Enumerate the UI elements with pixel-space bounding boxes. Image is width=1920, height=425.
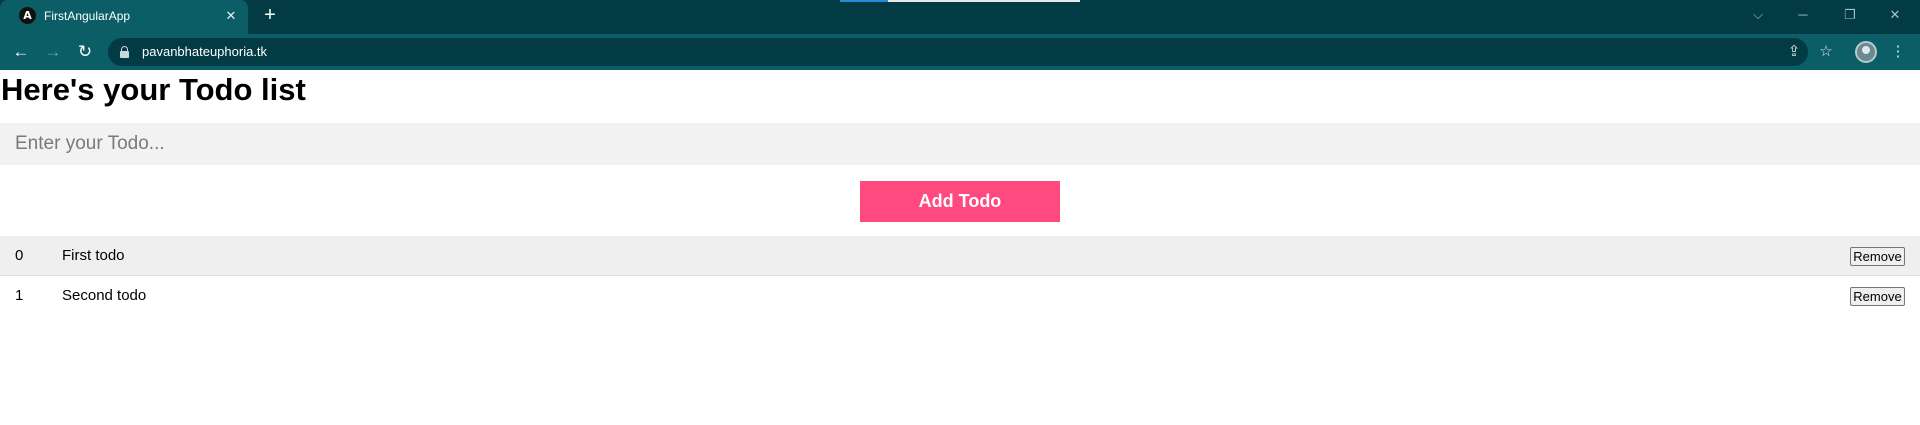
todo-list: 0 First todo Remove 1 Second todo Remove bbox=[0, 236, 1920, 316]
url-text[interactable]: pavanbhateuphoria.tk bbox=[142, 44, 267, 59]
tab-close-icon[interactable]: ✕ bbox=[222, 7, 240, 25]
restore-icon[interactable]: ❐ bbox=[1840, 6, 1860, 24]
add-todo-button[interactable]: Add Todo bbox=[860, 181, 1060, 222]
browser-tab-active[interactable]: A FirstAngularApp ✕ bbox=[0, 0, 248, 34]
tab-title: FirstAngularApp bbox=[44, 9, 131, 23]
browser-tabstrip: A FirstAngularApp ✕ + ⌵ ─ ❐ ✕ bbox=[0, 0, 1920, 34]
lock-icon[interactable] bbox=[120, 46, 129, 58]
todo-index: 0 bbox=[15, 247, 24, 264]
todo-row: 0 First todo Remove bbox=[0, 236, 1920, 276]
page-title: Here's your Todo list bbox=[1, 72, 306, 107]
back-arrow-icon[interactable]: ← bbox=[11, 42, 31, 62]
browser-toolbar: ← → ↻ pavanbhateuphoria.tk ⇪ ☆ ⋮ bbox=[0, 34, 1920, 70]
address-bar[interactable]: pavanbhateuphoria.tk bbox=[108, 38, 1808, 66]
share-icon[interactable]: ⇪ bbox=[1784, 42, 1804, 62]
new-tab-button[interactable]: + bbox=[260, 5, 280, 26]
forward-arrow-icon[interactable]: → bbox=[43, 42, 63, 62]
todo-row: 1 Second todo Remove bbox=[0, 276, 1920, 316]
tab-loading-indicator-accent bbox=[840, 0, 888, 2]
remove-todo-button[interactable]: Remove bbox=[1850, 247, 1905, 266]
tab-search-chevron-icon[interactable]: ⌵ bbox=[1748, 6, 1768, 24]
bookmark-star-icon[interactable]: ☆ bbox=[1816, 42, 1836, 62]
reload-icon[interactable]: ↻ bbox=[75, 42, 95, 62]
menu-kebab-icon[interactable]: ⋮ bbox=[1888, 42, 1908, 62]
todo-index: 1 bbox=[15, 287, 24, 304]
angular-favicon-icon: A bbox=[19, 7, 36, 24]
todo-text: Second todo bbox=[62, 287, 147, 304]
todo-text: First todo bbox=[62, 247, 125, 264]
todo-input[interactable] bbox=[0, 123, 1920, 165]
remove-todo-button[interactable]: Remove bbox=[1850, 287, 1905, 306]
minimize-icon[interactable]: ─ bbox=[1793, 6, 1813, 24]
profile-avatar[interactable] bbox=[1855, 41, 1877, 63]
window-close-icon[interactable]: ✕ bbox=[1885, 6, 1905, 24]
page-content: Here's your Todo list Add Todo 0 First t… bbox=[0, 70, 1920, 425]
